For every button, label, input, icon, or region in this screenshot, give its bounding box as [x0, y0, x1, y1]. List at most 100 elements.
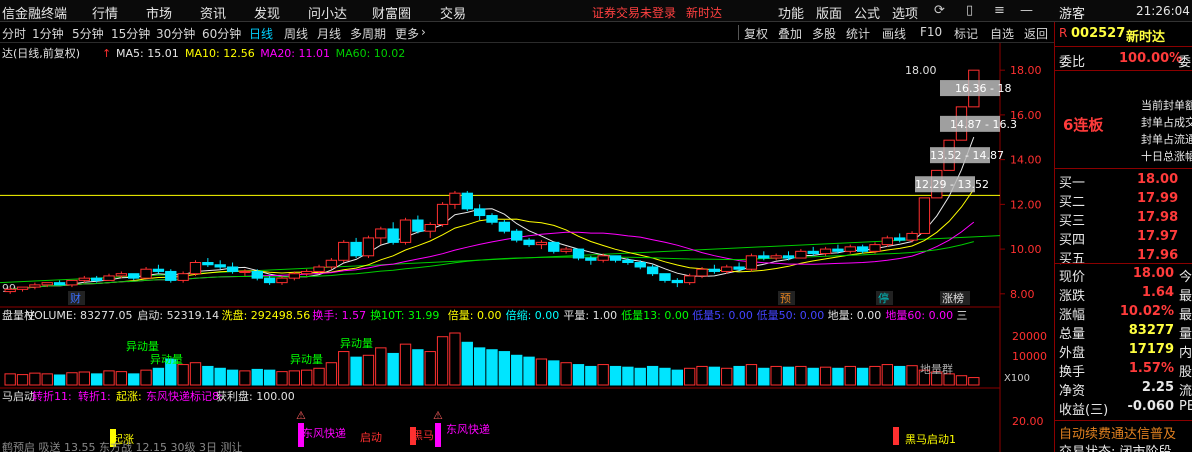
vol-unit: X100	[1004, 373, 1030, 384]
period-month[interactable]: 月线	[317, 25, 341, 42]
btn-diejia[interactable]: 叠加	[778, 25, 802, 42]
volume-bar	[696, 365, 708, 386]
volume-bar	[646, 365, 659, 386]
volume-bar	[338, 351, 350, 386]
volume-bar	[4, 373, 16, 386]
volume-bar	[301, 369, 313, 386]
vol-legend-6: 倍量: 0.00	[448, 308, 502, 322]
guest-label[interactable]: 游客	[1059, 3, 1085, 22]
volume-bar	[523, 356, 535, 386]
btn-huaxian[interactable]: 画线	[882, 25, 906, 42]
vol-tick: 20000	[1012, 330, 1047, 343]
btn-fanhui[interactable]: 返回	[1024, 25, 1048, 42]
kline-chart[interactable]: 达(日线,前复权) ↑ MA5: 15.01 MA10: 12.56 MA20: 11.…	[0, 43, 1054, 452]
candle	[412, 219, 424, 232]
period-day[interactable]: 日线	[249, 25, 273, 42]
menu-trade[interactable]: 交易	[440, 3, 466, 22]
candle	[90, 277, 103, 281]
ind-legend-1: 转折11:	[32, 389, 72, 403]
menu-market[interactable]: 行情	[92, 3, 118, 22]
candle	[424, 223, 436, 232]
price-tick: 12.00	[1010, 198, 1042, 211]
period-5m[interactable]: 5分钟	[72, 25, 104, 42]
volume-bar	[263, 369, 276, 386]
menu-icon[interactable]: ≡	[994, 3, 1005, 18]
volume-bar	[881, 364, 894, 386]
warn-icon: ⚠	[296, 409, 306, 422]
menu-discover[interactable]: 发现	[254, 3, 280, 22]
buy-level-label: 买三	[1059, 214, 1086, 229]
subscription-note[interactable]: 自动续费通达信普及	[1059, 423, 1176, 442]
buy-level-price: 17.99	[1137, 191, 1179, 206]
candle	[548, 241, 560, 252]
seal-row-1: 当前封单额	[1141, 99, 1192, 112]
btn-biaoji[interactable]: 标记	[954, 25, 978, 42]
menu-layout[interactable]: 版面	[816, 3, 842, 22]
period-more[interactable]: 更多	[395, 25, 419, 42]
login-notice[interactable]: 证券交易未登录	[592, 4, 676, 21]
notice-stock[interactable]: 新时达	[686, 4, 722, 21]
btn-tongji[interactable]: 统计	[846, 25, 870, 42]
candle	[856, 246, 869, 252]
btn-f10[interactable]: F10	[920, 25, 942, 39]
warn-icon: ⚠	[433, 409, 443, 422]
menu-news[interactable]: 资讯	[200, 3, 226, 22]
btn-zixuan[interactable]: 自选	[990, 25, 1014, 42]
candle	[807, 250, 819, 255]
vol-legend-1: VOLUME: 83277.05	[27, 309, 133, 322]
menu-formula[interactable]: 公式	[854, 3, 880, 22]
vol-legend-5: 换10T: 31.99	[370, 308, 439, 322]
phone-icon[interactable]: ▯	[966, 3, 973, 18]
period-30m[interactable]: 30分钟	[156, 25, 195, 42]
volume-bar	[745, 364, 758, 386]
period-15m[interactable]: 15分钟	[111, 25, 150, 42]
volume-bar	[16, 374, 29, 386]
candle	[338, 241, 350, 261]
minimize-icon[interactable]: —	[1020, 3, 1033, 18]
stat-extra: 最	[1179, 289, 1192, 304]
btn-fuquan[interactable]: 复权	[744, 25, 768, 42]
ind-legend-4: 东风快递标记8:	[146, 389, 223, 403]
btn-duogu[interactable]: 多股	[812, 25, 836, 42]
volume-bar	[708, 366, 721, 386]
volume-bar	[622, 366, 634, 386]
volume-bar	[461, 341, 473, 386]
menu-wealth[interactable]: 财富圈	[372, 3, 411, 22]
candle	[189, 262, 202, 275]
menu-ask[interactable]: 问小达	[308, 3, 347, 22]
stat-value: 1.64	[1141, 285, 1174, 300]
volume-bar	[869, 365, 881, 386]
period-week[interactable]: 周线	[284, 25, 308, 42]
period-fenshi[interactable]: 分时	[2, 25, 26, 42]
vol-label: 异动量	[290, 353, 323, 366]
price-tick: 10.00	[1010, 243, 1042, 256]
volume-bar	[239, 370, 251, 386]
volume-bar	[399, 343, 412, 386]
candle	[177, 273, 189, 281]
ma-legend-3: MA60: 10.02	[336, 47, 406, 60]
menu-options[interactable]: 选项	[892, 3, 918, 22]
stat-extra: 最	[1179, 308, 1192, 323]
chevron-right-icon[interactable]: ›	[421, 25, 426, 39]
seal-row-3: 封单占流通	[1141, 133, 1192, 146]
stat-extra: 今	[1179, 270, 1192, 285]
menu-markets[interactable]: 市场	[146, 3, 172, 22]
stat-label: 外盘	[1059, 346, 1086, 361]
buy-level-label: 买二	[1059, 195, 1086, 210]
stat-label: 涨跌	[1059, 289, 1086, 304]
candle	[239, 270, 251, 273]
candle	[770, 255, 782, 259]
candle	[906, 232, 918, 241]
volume-bar	[177, 364, 189, 386]
period-1m[interactable]: 1分钟	[32, 25, 64, 42]
period-multi[interactable]: 多周期	[350, 25, 386, 42]
period-60m[interactable]: 60分钟	[202, 25, 241, 42]
volume-bar	[906, 365, 918, 386]
stat-extra: 流	[1179, 384, 1192, 399]
menu-function[interactable]: 功能	[778, 3, 804, 22]
refresh-icon[interactable]: ⟳	[934, 3, 945, 18]
ind-legend-5: 获利盘: 100.00	[216, 389, 295, 403]
buy-level-price: 17.97	[1137, 229, 1179, 244]
stat-extra: PE	[1179, 399, 1192, 414]
volume-bar	[251, 368, 263, 386]
